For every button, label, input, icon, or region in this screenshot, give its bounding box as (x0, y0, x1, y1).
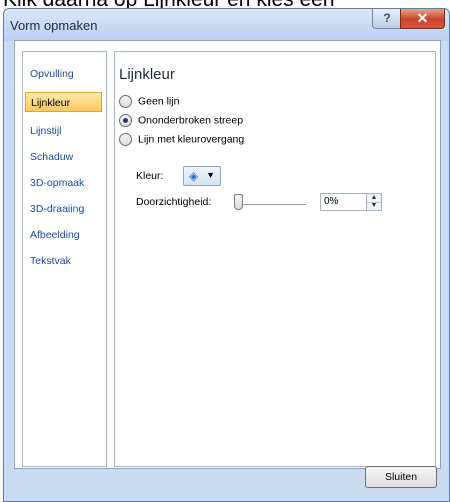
option-lijn-met-kleurovergang[interactable]: Lijn met kleurovergang (119, 133, 244, 149)
help-button[interactable]: ? (372, 9, 402, 29)
spinner-down-icon[interactable]: ▼ (367, 202, 381, 210)
transparency-spinner[interactable]: ▲ ▼ (366, 193, 382, 211)
option-label: Ononderbroken streep (138, 114, 244, 127)
sidebar-item-lijnstijl[interactable]: Lijnstijl (25, 121, 102, 141)
color-picker-button[interactable]: ◈ ▼ (183, 166, 221, 186)
sidebar-item-3d-draaiing[interactable]: 3D-draaiing (25, 199, 102, 219)
color-label: Kleur: (136, 170, 164, 182)
option-geen-lijn[interactable]: Geen lijn (119, 95, 179, 111)
sidebar-item-3d-opmaak[interactable]: 3D-opmaak (25, 173, 102, 193)
sidebar-item-afbeelding[interactable]: Afbeelding (25, 225, 102, 245)
radio-lijn-met-kleurovergang[interactable] (119, 133, 132, 146)
option-label: Geen lijn (138, 95, 180, 108)
radio-geen-lijn[interactable] (119, 95, 132, 108)
sidebar-item-opvulling[interactable]: Opvulling (25, 64, 102, 84)
sidebar-item-schaduw[interactable]: Schaduw (25, 147, 102, 167)
transparency-slider-track[interactable] (240, 204, 306, 205)
section-title: Lijnkleur (119, 66, 175, 83)
chevron-down-icon: ▼ (206, 170, 215, 180)
dialog-body: Opvulling Lijnkleur Lijnstijl Schaduw 3D… (14, 40, 441, 469)
category-list: Opvulling Lijnkleur Lijnstijl Schaduw 3D… (22, 51, 107, 467)
format-shape-dialog: Vorm opmaken ? ✕ Opvulling Lijnkleur Lij… (3, 8, 450, 502)
settings-panel: Lijnkleur Geen lijn Ononderbroken streep… (114, 51, 436, 467)
close-button[interactable]: Sluiten (365, 466, 437, 488)
option-label: Lijn met kleurovergang (138, 133, 245, 146)
close-window-button[interactable]: ✕ (400, 9, 445, 29)
sidebar-item-tekstvak[interactable]: Tekstvak (25, 251, 102, 271)
sidebar-item-lijnkleur[interactable]: Lijnkleur (25, 92, 102, 112)
transparency-slider-thumb[interactable] (234, 194, 243, 210)
transparency-label: Doorzichtigheid: (136, 196, 212, 208)
transparency-input[interactable]: 0% (320, 193, 368, 211)
dialog-title: Vorm opmaken (10, 18, 98, 33)
paint-bucket-icon: ◈ (189, 169, 199, 183)
option-ononderbroken-streep[interactable]: Ononderbroken streep (119, 114, 243, 130)
radio-ononderbroken-streep[interactable] (119, 114, 132, 127)
